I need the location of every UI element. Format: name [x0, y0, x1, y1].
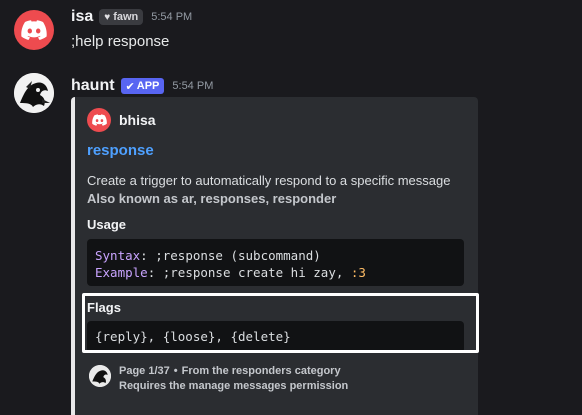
footer-text: Page 1/37 • From the responders category R…: [119, 364, 348, 394]
message-isa: isa ♥ fawn 5:54 PM ;help response: [0, 0, 582, 70]
embed-description: Create a trigger to automatically respon…: [87, 172, 450, 208]
footer-page: Page 1/37: [119, 365, 170, 377]
username[interactable]: isa: [71, 8, 93, 26]
timestamp: 5:54 PM: [151, 11, 193, 23]
footer-bullet: •: [173, 365, 178, 377]
embed-author-name[interactable]: bhisa: [119, 112, 156, 128]
description-text: Create a trigger to automatically respon…: [87, 173, 451, 188]
flags-highlight-box: [82, 293, 479, 353]
syntax-value: ;response (subcommand): [155, 248, 321, 263]
embed-author: bhisa: [87, 108, 156, 132]
avatar[interactable]: [14, 10, 54, 50]
usage-codeblock: Syntax: ;response (subcommand) Example: …: [87, 239, 464, 286]
timestamp: 5:54 PM: [172, 80, 214, 92]
example-emote: :3: [350, 265, 366, 280]
heart-icon: ♥: [104, 11, 111, 23]
bot-avatar-image: [14, 73, 54, 113]
message-header: haunt ✔ APP 5:54 PM: [71, 77, 213, 95]
message-content: ;help response: [71, 33, 170, 50]
app-badge-label: APP: [136, 80, 160, 92]
embed-footer: Page 1/37 • From the responders category R…: [89, 364, 348, 394]
footer-permission: Requires the manage messages permission: [119, 380, 349, 392]
footer-avatar: [89, 365, 111, 387]
embed-title[interactable]: response: [87, 142, 154, 159]
bot-avatar-image: [89, 365, 111, 387]
usage-label: Usage: [87, 217, 127, 232]
server-tag-label: fawn: [113, 11, 139, 23]
username[interactable]: haunt: [71, 77, 115, 95]
footer-line-1: Page 1/37 • From the responders category: [119, 364, 348, 379]
discord-logo-icon: [91, 114, 107, 126]
avatar[interactable]: [14, 73, 54, 113]
discord-logo-icon: [21, 20, 47, 40]
server-tag[interactable]: ♥ fawn: [99, 9, 144, 25]
message-header: isa ♥ fawn 5:54 PM: [71, 8, 192, 26]
embed: bhisa response Create a trigger to autom…: [71, 97, 479, 415]
syntax-key: Syntax: [95, 248, 141, 263]
example-line: Example: ;response create hi zay, :3: [95, 265, 366, 280]
check-icon: ✔: [125, 80, 135, 93]
aliases-text: Also known as ar, responses, responder: [87, 191, 337, 206]
example-value: ;response create hi zay,: [162, 265, 351, 280]
example-key: Example: [95, 265, 148, 280]
syntax-line: Syntax: ;response (subcommand): [95, 248, 321, 263]
app-badge: ✔ APP: [120, 78, 165, 94]
footer-category: From the responders category: [181, 365, 341, 377]
author-avatar: [87, 108, 111, 132]
